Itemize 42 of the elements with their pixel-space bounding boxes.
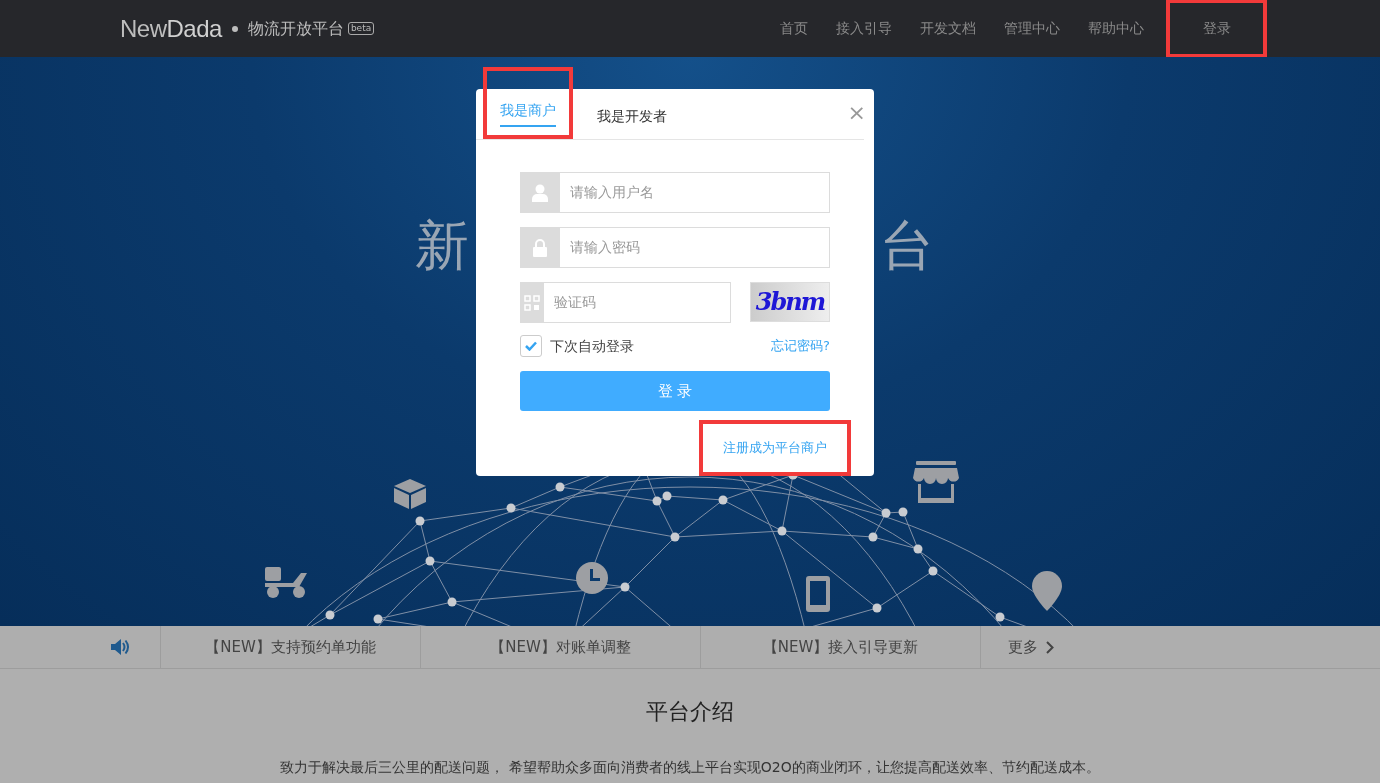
- scooter-icon: [263, 565, 309, 599]
- nav-link[interactable]: 首页: [766, 0, 822, 57]
- password-field[interactable]: 请输入密码: [560, 227, 830, 268]
- news-link[interactable]: 【NEW】支持预约单功能: [205, 636, 376, 659]
- hero-title: 新: [415, 219, 469, 273]
- nav-link[interactable]: 接入引导: [822, 0, 906, 57]
- more-link[interactable]: 更多: [1007, 636, 1054, 659]
- hero-title: 台: [880, 219, 934, 273]
- qr-code-icon: [524, 294, 540, 311]
- username-field[interactable]: 请输入用户名: [560, 172, 830, 213]
- checkbox[interactable]: [520, 335, 542, 357]
- tab[interactable]: 我是开发者: [597, 101, 667, 133]
- close-button[interactable]: ×: [847, 102, 866, 124]
- chevron-right-icon: [1045, 641, 1054, 654]
- clock-icon: [576, 562, 608, 594]
- forgot-password-link[interactable]: 忘记密码?: [771, 336, 830, 356]
- nav-link[interactable]: 登录: [1188, 0, 1245, 57]
- speaker-icon: [110, 638, 130, 656]
- section-title: 平台介绍: [645, 699, 735, 726]
- package-box-icon: [393, 478, 427, 510]
- news-link[interactable]: 【NEW】对账单调整: [490, 636, 631, 659]
- nav-link[interactable]: 管理中心: [990, 0, 1074, 57]
- nav-link[interactable]: 开发文档: [906, 0, 990, 57]
- map-pin-icon: [1032, 571, 1062, 611]
- section-text: 致力于解决最后三公里的配送问题， 希望帮助众多面向消费者的线上平台实现O2O的商业闭环，让您提高配送效率、节约配送成本。: [280, 758, 1100, 778]
- login-button[interactable]: 登 录: [520, 371, 830, 411]
- check-icon: [525, 341, 537, 351]
- captcha-field[interactable]: 验证码: [544, 282, 731, 323]
- site-subtitle: 物流开放平台: [247, 17, 344, 40]
- captcha-image[interactable]: 3bnm: [750, 282, 830, 322]
- checkbox-label: 下次自动登录: [550, 336, 634, 356]
- storefront-icon: [913, 461, 959, 503]
- user-icon: [532, 183, 548, 202]
- logo[interactable]: NewDada: [120, 10, 222, 47]
- news-link[interactable]: 【NEW】接入引导更新: [762, 636, 919, 659]
- lock-icon: [533, 238, 547, 257]
- tab[interactable]: 我是商户: [500, 95, 556, 127]
- beta-badge: beta: [347, 22, 375, 35]
- smartphone-icon: [806, 576, 830, 612]
- register-link[interactable]: 注册成为平台商户: [723, 438, 827, 458]
- nav-link[interactable]: 帮助中心: [1074, 0, 1158, 57]
- dot-separator: [231, 25, 238, 32]
